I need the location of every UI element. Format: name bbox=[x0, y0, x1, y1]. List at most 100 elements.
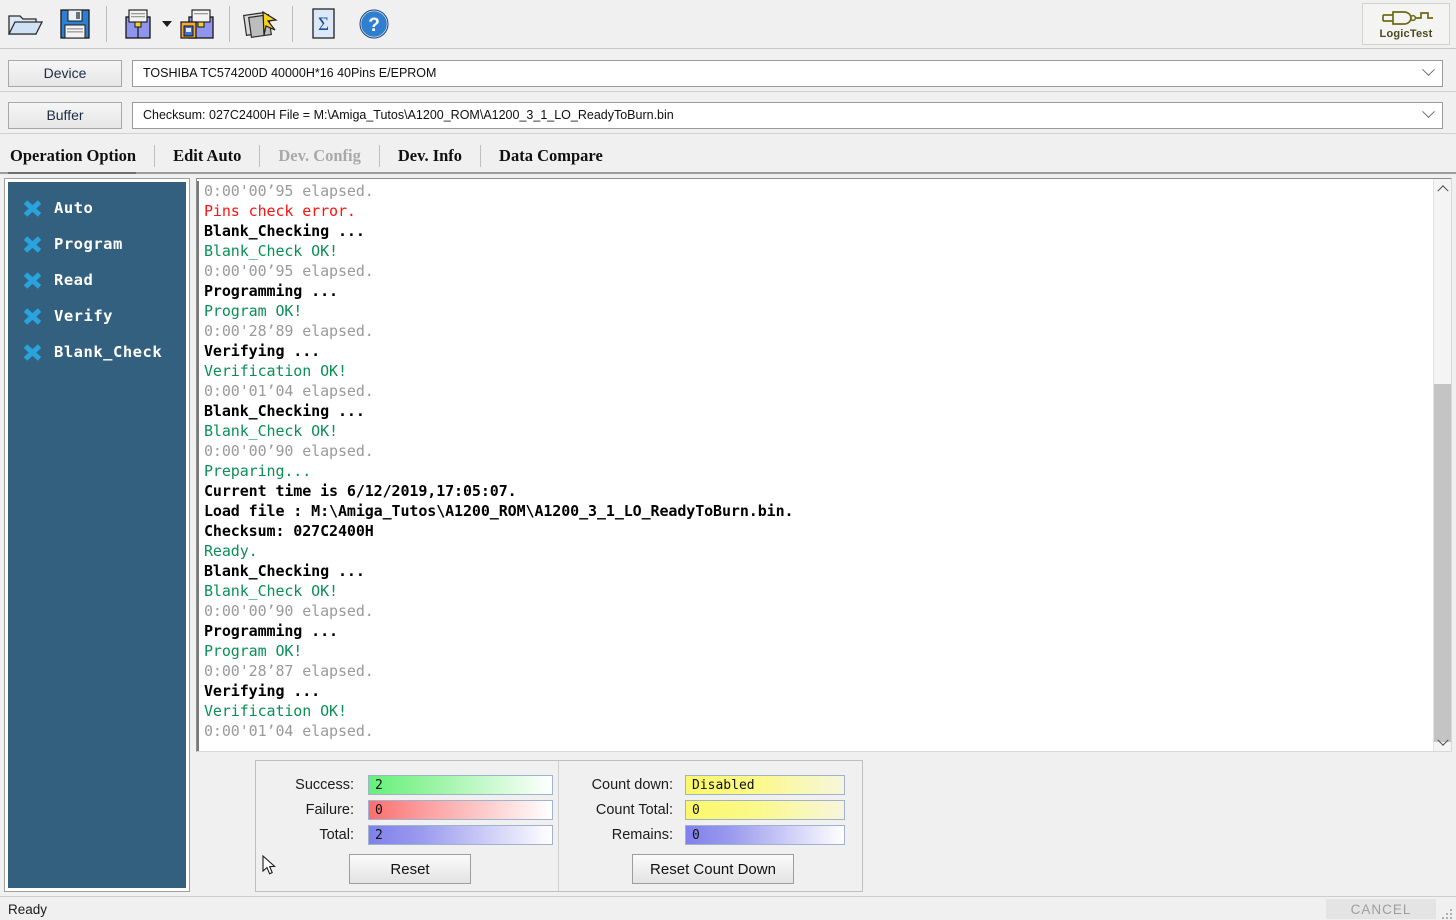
cross-icon bbox=[22, 235, 42, 253]
tab-data-compare[interactable]: Data Compare bbox=[481, 143, 621, 169]
counter-bar-success: 2 bbox=[368, 775, 553, 795]
sidebar-item-program[interactable]: Program bbox=[8, 226, 186, 262]
reset-count-down-button[interactable]: Reset Count Down bbox=[632, 854, 794, 884]
divider bbox=[0, 91, 1456, 92]
resize-grip-icon[interactable] bbox=[1442, 907, 1454, 919]
counter-value: 2 bbox=[375, 777, 383, 793]
tab-active-indicator bbox=[8, 172, 136, 174]
tab-operation-option[interactable]: Operation Option bbox=[0, 143, 154, 169]
sidebar: Auto Program Read Verify Blank_Check bbox=[8, 182, 186, 888]
scroll-up-icon[interactable] bbox=[1434, 179, 1451, 196]
scrollbar-thumb[interactable] bbox=[1434, 384, 1451, 742]
sidebar-item-label: Blank_Check bbox=[54, 343, 163, 361]
counter-row-remains: Remains: 0 bbox=[577, 825, 845, 845]
auto-program-icon[interactable] bbox=[238, 2, 284, 46]
device-value: TOSHIBA TC574200D 40000H*16 40Pins E/EPR… bbox=[143, 66, 437, 80]
log-line: Checksum: 027C2400H bbox=[204, 522, 374, 540]
counter-bar-failure: 0 bbox=[368, 800, 553, 820]
log-line: Blank_Checking ... bbox=[204, 402, 365, 420]
cross-icon bbox=[22, 343, 42, 361]
tab-underline bbox=[0, 172, 1456, 174]
cross-icon bbox=[22, 199, 42, 217]
status-text: Ready bbox=[8, 901, 48, 917]
log-line: 0:00'28’89 elapsed. bbox=[204, 322, 374, 340]
divider bbox=[0, 133, 1456, 134]
sidebar-item-blank-check[interactable]: Blank_Check bbox=[8, 334, 186, 370]
device-select[interactable]: TOSHIBA TC574200D 40000H*16 40Pins E/EPR… bbox=[132, 59, 1443, 87]
log-line: 0:00'01’04 elapsed. bbox=[204, 722, 374, 740]
svg-text:?: ? bbox=[368, 15, 380, 36]
counter-value: 0 bbox=[692, 802, 700, 818]
device-button[interactable]: Device bbox=[8, 59, 122, 87]
log-line: 0:00'01’04 elapsed. bbox=[204, 382, 374, 400]
log-line: Verifying ... bbox=[204, 682, 321, 700]
svg-text:Σ: Σ bbox=[318, 14, 329, 35]
counter-label: Failure: bbox=[305, 802, 354, 818]
counter-value: 0 bbox=[692, 827, 700, 843]
log-panel[interactable]: 0:00'00’95 elapsed. Pins check error. Blan… bbox=[196, 178, 1452, 752]
counter-row-success: Success: 2 bbox=[274, 775, 553, 795]
counter-label: Total: bbox=[319, 827, 354, 843]
log-line: Program OK! bbox=[204, 642, 303, 660]
log-line: Verifying ... bbox=[204, 342, 321, 360]
checksum-sigma-icon[interactable]: Σ bbox=[301, 2, 347, 46]
log-line: Current time is 6/12/2019,17:05:07. bbox=[204, 482, 517, 500]
tab-dev-info[interactable]: Dev. Info bbox=[380, 143, 480, 169]
sidebar-item-read[interactable]: Read bbox=[8, 262, 186, 298]
chevron-down-icon[interactable] bbox=[159, 2, 175, 46]
counter-value: 0 bbox=[375, 802, 383, 818]
log-line: Pins check error. bbox=[204, 202, 356, 220]
log-line: Blank_Checking ... bbox=[204, 562, 365, 580]
cross-icon bbox=[22, 271, 42, 289]
cross-icon bbox=[22, 307, 42, 325]
log-line: Programming ... bbox=[204, 622, 338, 640]
sidebar-item-label: Program bbox=[54, 235, 123, 253]
device-row: Device TOSHIBA TC574200D 40000H*16 40Pin… bbox=[0, 58, 1456, 88]
counter-row-count-down: Count down: Disabled bbox=[577, 775, 845, 795]
sidebar-item-label: Verify bbox=[54, 307, 113, 325]
log-line: 0:00'00’95 elapsed. bbox=[204, 262, 374, 280]
counter-row-failure: Failure: 0 bbox=[274, 800, 553, 820]
buffer-select[interactable]: Checksum: 027C2400H File = M:\Amiga_Tuto… bbox=[132, 101, 1443, 129]
log-line: Verification OK! bbox=[204, 362, 347, 380]
save-buffer-icon[interactable] bbox=[175, 2, 221, 46]
buffer-button[interactable]: Buffer bbox=[8, 101, 122, 129]
counter-label: Success: bbox=[295, 777, 354, 793]
cancel-button: CANCEL bbox=[1326, 899, 1436, 919]
sidebar-item-label: Auto bbox=[54, 199, 94, 217]
buffer-value: Checksum: 027C2400H File = M:\Amiga_Tuto… bbox=[143, 108, 674, 122]
logic-gate-icon bbox=[1382, 10, 1433, 25]
chevron-down-icon[interactable] bbox=[1415, 103, 1441, 126]
tab-bar: Operation Option Edit Auto Dev. Config D… bbox=[0, 138, 1456, 174]
counter-row-count-total: Count Total: 0 bbox=[577, 800, 845, 820]
tab-dev-config: Dev. Config bbox=[278, 146, 361, 165]
counter-panel: Success: 2 Failure: 0 Total: 2 Reset Cou… bbox=[255, 760, 863, 892]
counter-label: Count Total: bbox=[595, 802, 673, 818]
status-bar: Ready CANCEL bbox=[0, 896, 1456, 920]
chevron-down-icon[interactable] bbox=[1415, 61, 1441, 84]
log-line: Ready. bbox=[204, 542, 258, 560]
counter-label: Remains: bbox=[611, 827, 673, 843]
counter-value: 2 bbox=[375, 827, 383, 843]
log-line: Programming ... bbox=[204, 282, 338, 300]
sidebar-item-verify[interactable]: Verify bbox=[8, 298, 186, 334]
counter-label: Count down: bbox=[591, 777, 673, 793]
log-line: Blank_Checking ... bbox=[204, 222, 365, 240]
counter-bar-total: 2 bbox=[368, 825, 553, 845]
reset-button[interactable]: Reset bbox=[349, 854, 471, 884]
counter-bar-remains: 0 bbox=[685, 825, 845, 845]
scroll-down-icon[interactable] bbox=[1434, 734, 1451, 751]
log-line: 0:00'00’90 elapsed. bbox=[204, 602, 374, 620]
logictest-logo: LogicTest bbox=[1362, 3, 1450, 45]
open-folder-icon[interactable] bbox=[2, 2, 48, 46]
buffer-row: Buffer Checksum: 027C2400H File = M:\Ami… bbox=[0, 100, 1456, 130]
log-scrollbar[interactable] bbox=[1433, 179, 1451, 751]
toolbar: Σ ? LogicTest bbox=[0, 0, 1456, 49]
help-icon[interactable]: ? bbox=[351, 2, 397, 46]
log-line: Program OK! bbox=[204, 302, 303, 320]
load-buffer-icon[interactable] bbox=[115, 2, 161, 46]
sidebar-item-auto[interactable]: Auto bbox=[8, 190, 186, 226]
log-line: Verification OK! bbox=[204, 702, 347, 720]
save-disk-icon[interactable] bbox=[52, 2, 98, 46]
tab-edit-auto[interactable]: Edit Auto bbox=[155, 143, 259, 169]
